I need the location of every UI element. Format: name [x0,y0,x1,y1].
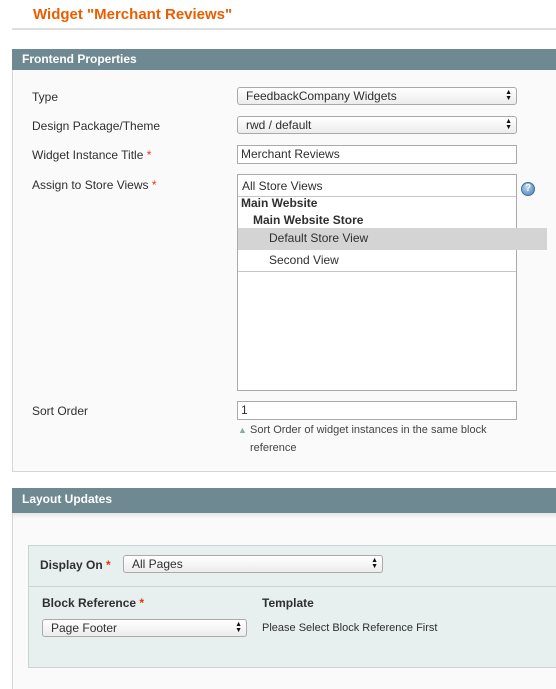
type-select[interactable]: FeedbackCompany Widgets ▲ ▼ [237,87,517,105]
page-title: Widget "Merchant Reviews" [33,6,233,23]
display-on-select[interactable]: All Pages ▲ ▼ [123,555,383,573]
select-arrows-icon: ▲ ▼ [505,89,512,102]
select-arrows-icon: ▲ ▼ [505,118,512,131]
display-on-select-value: All Pages [132,557,183,571]
required-mark: * [151,178,157,192]
theme-label: Design Package/Theme [32,119,161,133]
required-mark: * [146,148,152,162]
header-shadow [13,513,556,519]
template-value: Please Select Block Reference First [262,622,438,634]
triangle-icon: ▲ [238,425,247,435]
sort-order-input[interactable]: 1 [237,401,517,420]
instance-title-label: Widget Instance Title * [32,148,151,162]
instance-title-label-text: Widget Instance Title [32,148,144,162]
instance-title-input[interactable]: Merchant Reviews [237,145,517,164]
store-view-group-website: Main Website [241,196,318,210]
help-icon[interactable]: ? [521,182,535,196]
select-arrows-icon: ▲ ▼ [371,557,378,570]
block-reference-label-text: Block Reference [42,596,137,610]
block-reference-select[interactable]: Page Footer ▲ ▼ [42,619,247,637]
store-view-group-store: Main Website Store [253,213,364,227]
type-select-value: FeedbackCompany Widgets [246,89,397,103]
template-label: Template [262,596,314,610]
type-label: Type [32,90,59,104]
display-on-label: Display On * [40,558,111,572]
block-reference-label: Block Reference * [42,596,144,610]
store-view-option-default[interactable]: Default Store View [238,228,547,250]
block-reference-select-value: Page Footer [51,621,118,635]
required-mark: * [139,596,145,610]
option-divider [238,271,516,272]
required-mark: * [106,558,111,572]
theme-select[interactable]: rwd / default ▲ ▼ [237,116,517,134]
sort-order-note-line1: Sort Order of widget instances in the sa… [249,424,487,436]
frontend-properties-heading: Frontend Properties [12,49,556,70]
store-views-label: Assign to Store Views * [32,178,157,192]
theme-select-value: rwd / default [246,118,312,132]
layout-updates-heading: Layout Updates [12,488,556,513]
title-divider [12,28,556,30]
sort-order-note-line2: reference [250,442,297,454]
select-arrows-icon: ▲ ▼ [235,621,242,634]
sort-order-note: ▲ Sort Order of widget instances in the … [238,421,487,439]
store-view-option-second[interactable]: Second View [238,250,547,272]
store-views-label-text: Assign to Store Views [32,178,149,192]
display-on-label-text: Display On [40,558,103,572]
sort-order-label: Sort Order [32,404,89,418]
panel-divider [29,586,556,587]
store-views-multiselect[interactable]: All Store Views Main Website Main Websit… [237,174,547,391]
